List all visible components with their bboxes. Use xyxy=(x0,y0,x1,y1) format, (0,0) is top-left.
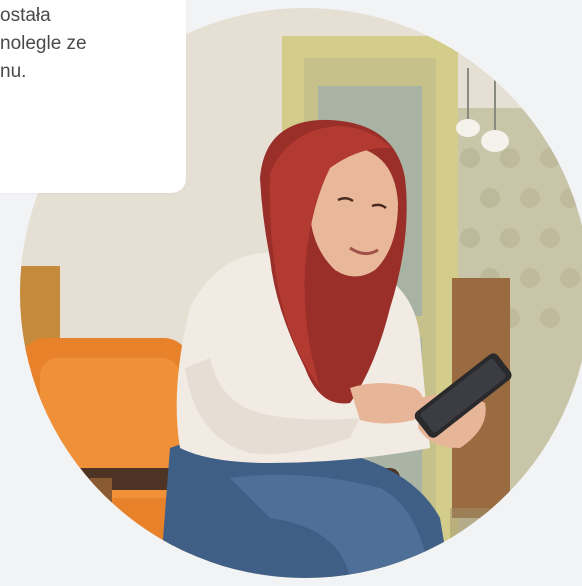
info-card: ostała nolegle ze nu. xyxy=(0,0,186,193)
card-line-3: nu. xyxy=(0,61,27,82)
card-text: ostała nolegle ze nu. xyxy=(0,2,87,86)
card-line-1: ostała xyxy=(0,5,51,26)
card-line-2: nolegle ze xyxy=(0,33,87,54)
